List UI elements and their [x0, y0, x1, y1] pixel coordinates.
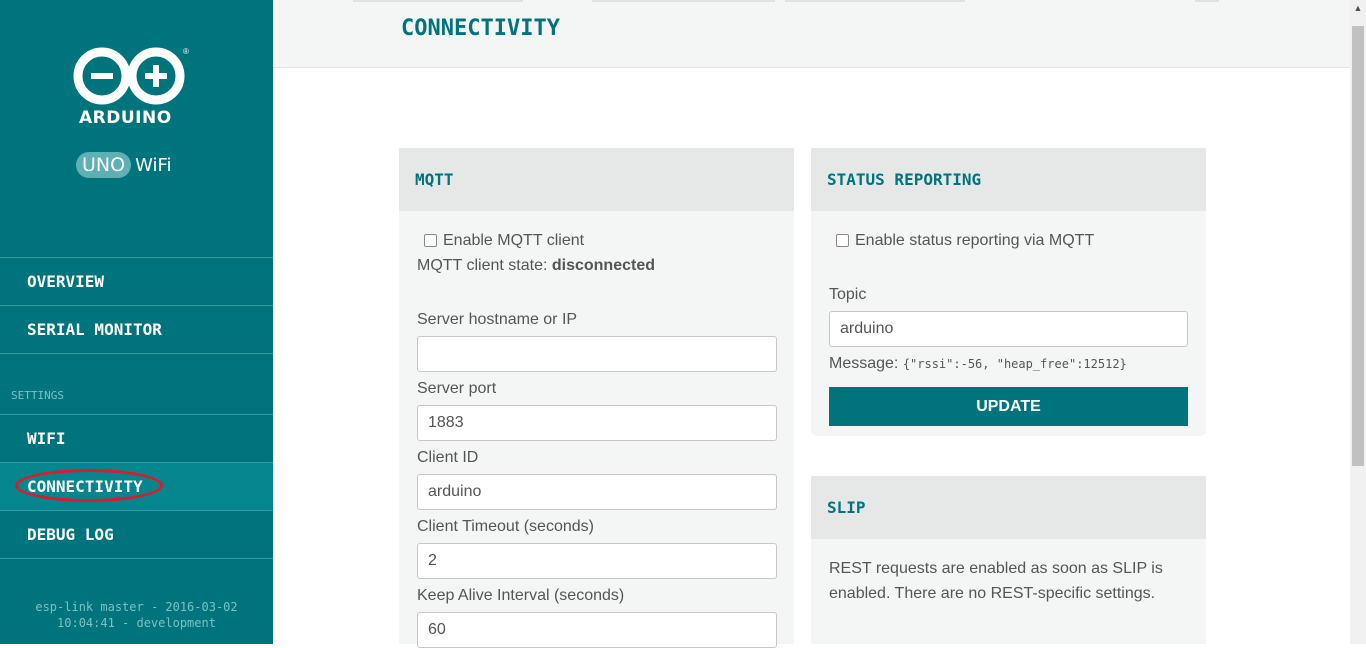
wifi-label: WiFi [135, 154, 172, 176]
nav-connectivity[interactable]: CONNECTIVITY [0, 463, 273, 511]
header-strip [353, 0, 523, 2]
status-enable-label: Enable status reporting via MQTT [855, 232, 1095, 249]
slip-text-line: enabled. There are no REST-specific sett… [829, 585, 1156, 602]
topic-input[interactable]: arduino [829, 311, 1188, 347]
status-enable-checkbox[interactable] [836, 234, 849, 247]
slip-text-line: REST requests are enabled as soon as SLI… [829, 560, 1163, 577]
mqtt-state: MQTT client state: disconnected [417, 257, 655, 275]
header-strip [592, 0, 775, 2]
nav-overview[interactable]: OVERVIEW [0, 258, 273, 306]
message-label: Message: [829, 355, 903, 372]
scroll-up-arrow-icon[interactable]: ▲ [1350, 0, 1366, 16]
mqtt-enable-checkbox[interactable] [424, 234, 437, 247]
uno-pill: UNO [76, 152, 132, 178]
server-port-label: Server port [417, 380, 497, 397]
client-timeout-label: Client Timeout (seconds) [417, 518, 594, 535]
page-title: CONNECTIVITY [401, 16, 560, 41]
server-hostname-input[interactable] [417, 336, 777, 372]
header-strip [1195, 0, 1219, 2]
update-button[interactable]: UPDATE [829, 387, 1188, 426]
client-id-input[interactable]: arduino [417, 474, 777, 510]
mqtt-enable-label: Enable MQTT client [443, 232, 585, 249]
product-badge: UNO WiFi [76, 152, 172, 178]
server-port-input[interactable]: 1883 [417, 405, 777, 441]
nav-settings-label: SETTINGS [11, 389, 64, 402]
sidebar: ® ARDUINO UNO WiFi OVERVIEW SERIAL MONIT… [0, 0, 273, 644]
footer-line: 10:04:41 - development [57, 616, 216, 630]
nav-wifi[interactable]: WIFI [0, 415, 273, 463]
arduino-logo-icon [73, 47, 193, 105]
keepalive-input[interactable]: 60 [417, 612, 777, 648]
nav-debug-log[interactable]: DEBUG LOG [0, 511, 273, 559]
footer-line: esp-link master - 2016-03-02 [35, 600, 238, 614]
brand-name: ARDUINO [79, 108, 172, 128]
slip-card-title: SLIP [811, 476, 1206, 539]
topic-label: Topic [829, 286, 867, 303]
registered-mark: ® [183, 47, 189, 56]
status-card-title: STATUS REPORTING [811, 148, 1206, 211]
mqtt-state-value: disconnected [551, 257, 655, 274]
message-value: {"rssi":-56, "heap_free":12512} [902, 357, 1127, 371]
scrollbar-thumb[interactable] [1352, 26, 1364, 466]
client-timeout-input[interactable]: 2 [417, 543, 777, 579]
header-strip [785, 0, 965, 2]
mqtt-state-label: MQTT client state: [417, 257, 552, 274]
server-hostname-label: Server hostname or IP [417, 311, 578, 328]
nav-serial-monitor[interactable]: SERIAL MONITOR [0, 306, 273, 354]
version-footer: esp-link master - 2016-03-02 10:04:41 - … [0, 599, 273, 631]
status-message: Message: {"rssi":-56, "heap_free":12512} [829, 355, 1127, 373]
mqtt-card-title: MQTT [399, 148, 794, 211]
page-header: CONNECTIVITY [273, 0, 1350, 68]
client-id-label: Client ID [417, 449, 479, 466]
keepalive-label: Keep Alive Interval (seconds) [417, 587, 625, 604]
